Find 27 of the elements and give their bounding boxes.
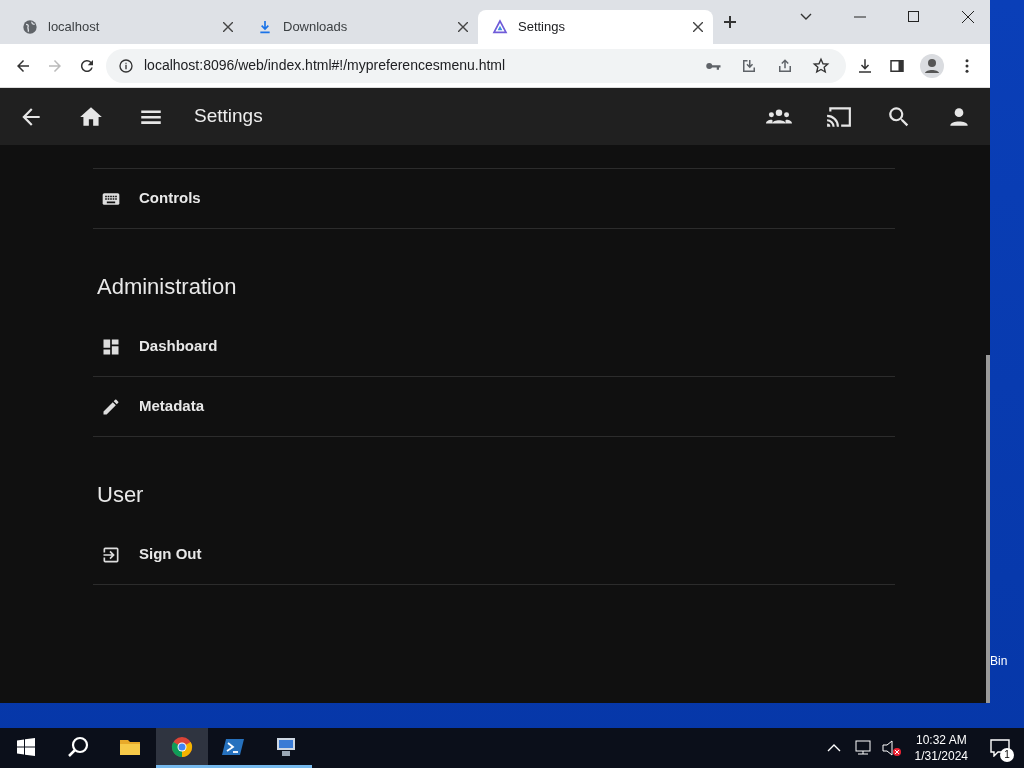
browser-logo-icon [170, 734, 194, 759]
taskbar-app[interactable] [156, 728, 208, 768]
menu-item[interactable]: Dashboard [93, 317, 895, 377]
triangle-logo-icon [492, 19, 508, 35]
section-heading: User [97, 481, 145, 509]
address-bar[interactable]: localhost:8096/web/index.html#!/mypreferencesmenu.html [106, 48, 846, 83]
clock-time[interactable]: 10:32 AM [914, 731, 968, 748]
browser-tab[interactable]: Settings [478, 10, 713, 44]
clock-date[interactable]: 1/31/2024 [914, 748, 968, 765]
url-text: localhost:8096/web/index.html#!/mypreferencesmenu.html [144, 56, 507, 75]
browser-tab[interactable]: localhost [8, 10, 243, 44]
info-icon [118, 57, 134, 74]
close-icon[interactable] [458, 22, 468, 32]
menu-item[interactable]: Sign Out [93, 525, 895, 585]
globe-icon [22, 19, 38, 35]
page-title: Settings [194, 104, 263, 129]
menu-item[interactable]: Metadata [93, 377, 895, 437]
close-icon[interactable] [223, 22, 233, 32]
close-icon[interactable] [693, 22, 703, 32]
download-icon [257, 19, 273, 35]
scrollbar-thumb[interactable] [986, 355, 990, 703]
desktop-icon-label: Bin [990, 653, 1008, 670]
menu-item[interactable]: Controls [93, 169, 895, 229]
browser-tab[interactable]: Downloads [243, 10, 478, 44]
section-heading: Administration [97, 273, 238, 301]
notification-icon[interactable] [990, 739, 1010, 757]
notification-count: 1 [1000, 748, 1014, 762]
